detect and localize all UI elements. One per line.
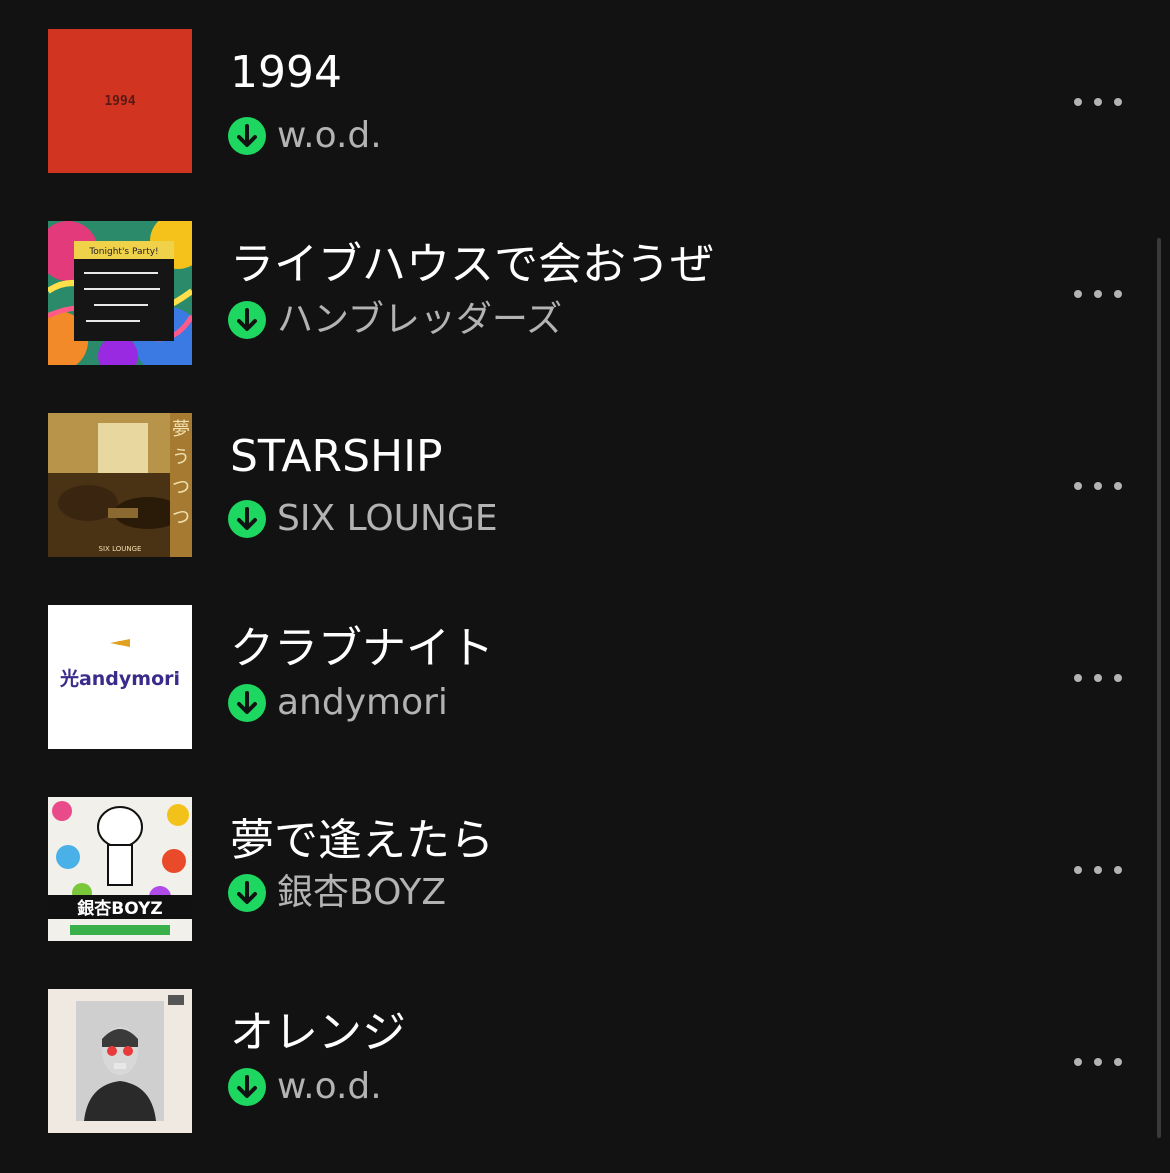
track-row[interactable]: 夢 う つ つ SIX LOUNGE STARSHIP SIX LOUNGE: [0, 413, 1170, 557]
track-row[interactable]: 1994 1994 w.o.d.: [0, 29, 1170, 173]
download-arrow-icon: [228, 1068, 266, 1106]
album-art-collage: 銀杏BOYZ: [48, 797, 192, 941]
album-art-text: Tonight's Party!: [88, 247, 158, 257]
album-art-text: 1994: [104, 94, 135, 109]
svg-text:う: う: [172, 447, 190, 468]
track-artist: andymori: [277, 682, 448, 723]
more-options-icon[interactable]: [1068, 1046, 1128, 1076]
track-row[interactable]: Tonight's Party! ライブハウスで会おうぜ ハンブレッダーズ: [0, 221, 1170, 365]
download-arrow-icon: [228, 684, 266, 722]
download-arrow-icon: [228, 500, 266, 538]
album-art-portrait: [48, 989, 192, 1133]
track-title: 1994: [230, 47, 342, 98]
svg-text:夢: 夢: [172, 419, 190, 440]
track-artist: w.o.d.: [277, 115, 382, 156]
scrollbar[interactable]: [1157, 238, 1161, 1138]
track-row[interactable]: オレンジ w.o.d.: [0, 989, 1170, 1133]
download-arrow-icon: [228, 874, 266, 912]
track-list: 1994 1994 w.o.d. Tonight's Party! ライブハウス…: [0, 0, 1170, 1173]
download-arrow-icon: [228, 117, 266, 155]
track-title: 夢で逢えたら: [230, 815, 494, 866]
more-options-icon[interactable]: [1068, 854, 1128, 884]
album-art-psychedelic: Tonight's Party!: [48, 221, 192, 365]
track-artist: 銀杏BOYZ: [277, 872, 447, 913]
track-title: オレンジ: [230, 1007, 406, 1058]
more-options-icon[interactable]: [1068, 470, 1128, 500]
track-row[interactable]: 光andymori クラブナイト andymori: [0, 605, 1170, 749]
album-art-white-logo: 光andymori: [48, 605, 192, 749]
album-art-red: 1994: [48, 29, 192, 173]
track-row[interactable]: 銀杏BOYZ 夢で逢えたら 銀杏BOYZ: [0, 797, 1170, 941]
track-title: ライブハウスで会おうぜ: [230, 239, 714, 290]
album-art-room-photo: 夢 う つ つ SIX LOUNGE: [48, 413, 192, 557]
more-options-icon[interactable]: [1068, 278, 1128, 308]
album-art-text: 銀杏BOYZ: [77, 898, 162, 919]
album-art-text: 光andymori: [59, 667, 180, 690]
album-art-text: SIX LOUNGE: [99, 545, 142, 553]
track-artist: ハンブレッダーズ: [277, 299, 563, 340]
more-options-icon[interactable]: [1068, 662, 1128, 692]
track-title: STARSHIP: [230, 431, 443, 482]
more-options-icon[interactable]: [1068, 86, 1128, 116]
svg-text:つ: つ: [172, 507, 190, 528]
svg-text:つ: つ: [172, 477, 190, 498]
download-arrow-icon: [228, 301, 266, 339]
track-artist: SIX LOUNGE: [277, 498, 498, 539]
track-artist: w.o.d.: [277, 1066, 382, 1107]
track-title: クラブナイト: [230, 623, 494, 674]
